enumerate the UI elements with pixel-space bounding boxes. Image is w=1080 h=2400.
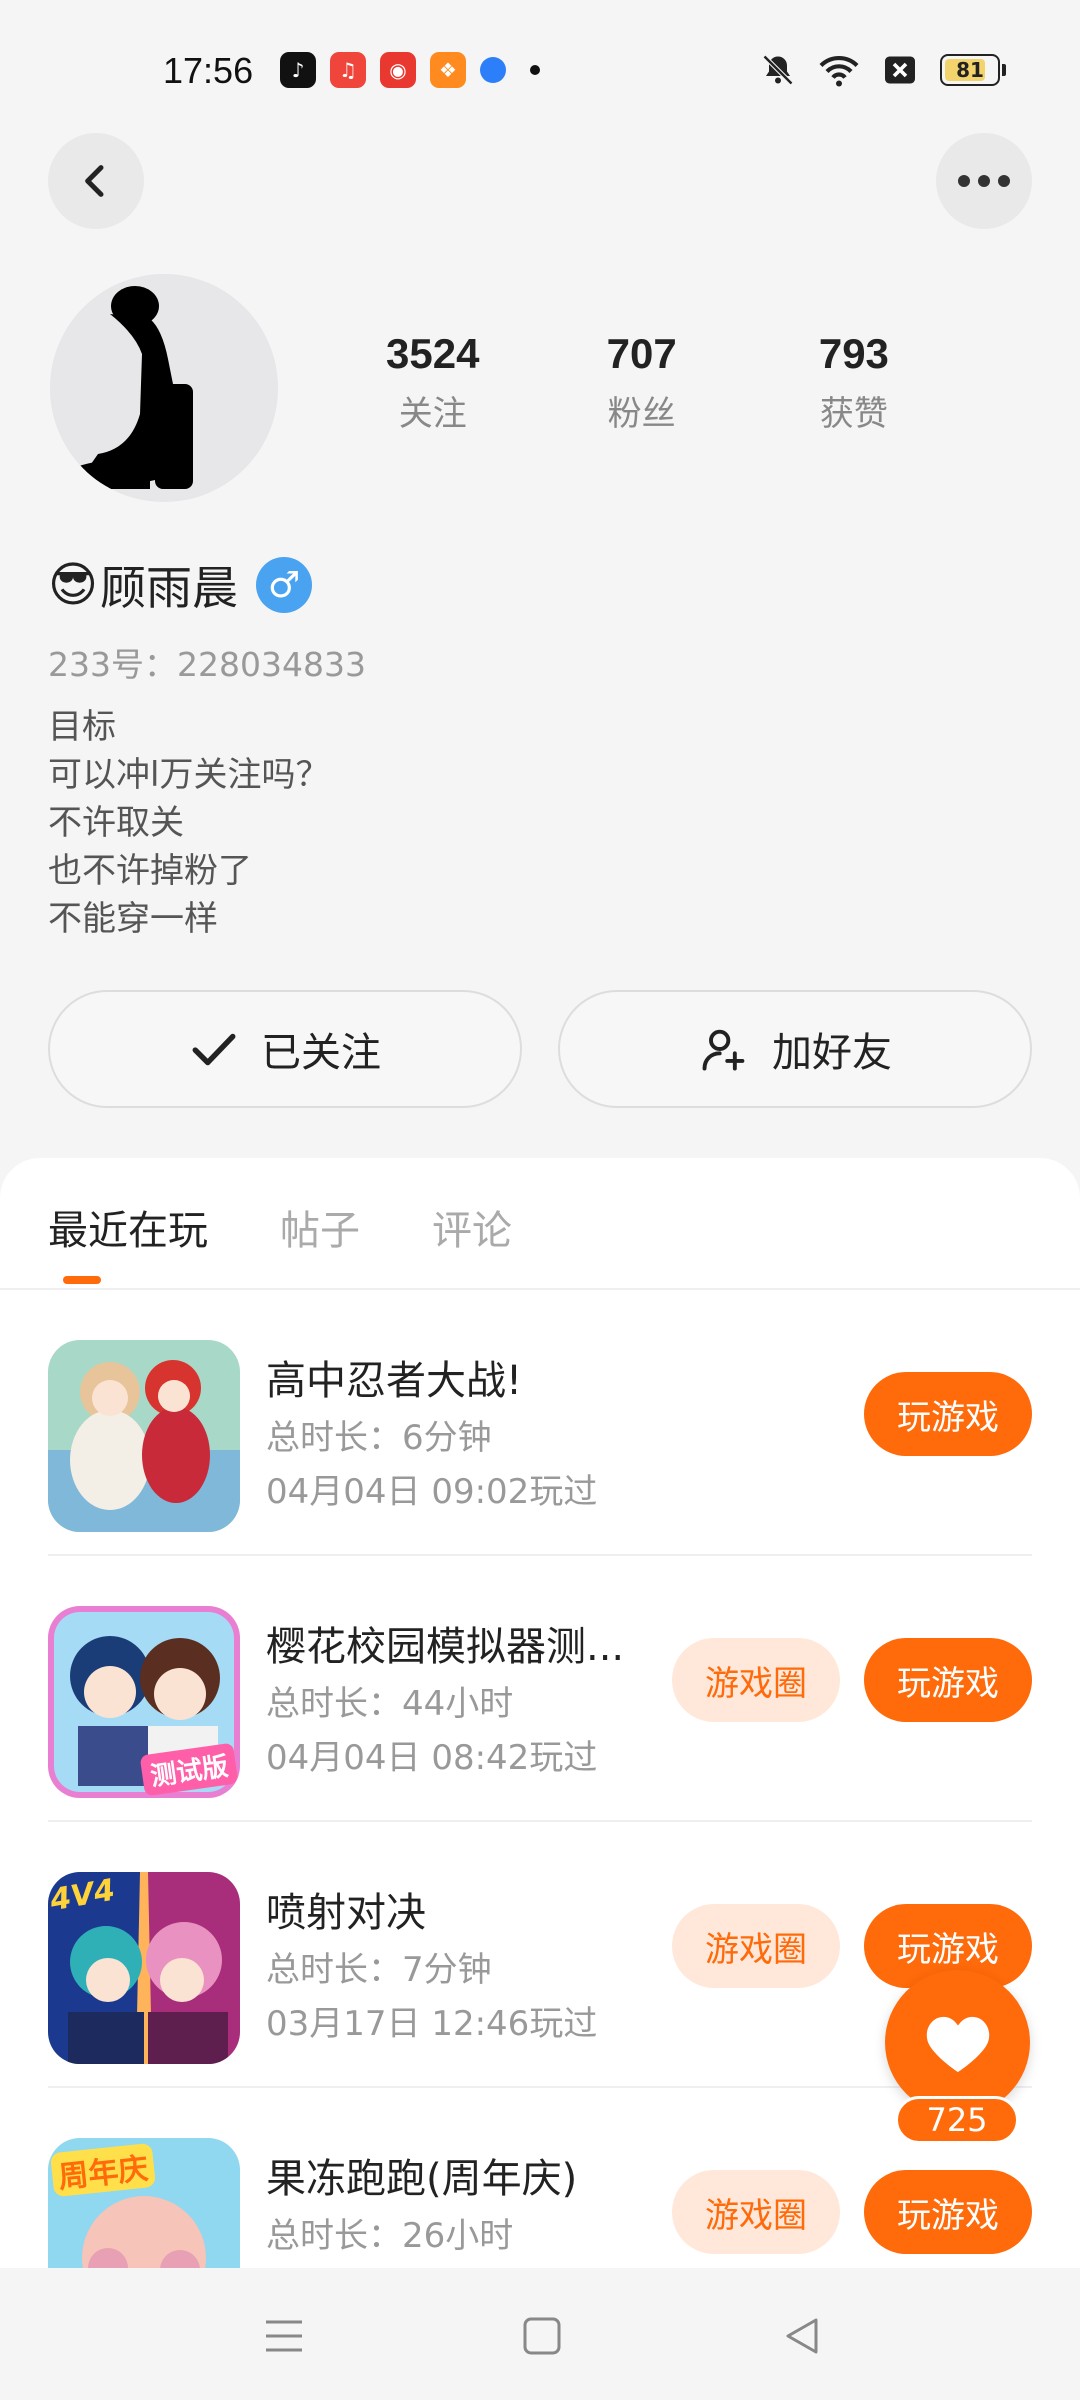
home-nav-button[interactable] xyxy=(518,2312,566,2360)
sim-x-icon xyxy=(885,56,915,84)
menu-nav-button[interactable] xyxy=(260,2312,308,2360)
tab-indicator xyxy=(63,1276,101,1284)
followed-label: 已关注 xyxy=(261,1030,381,1076)
system-nav-bar xyxy=(0,2268,1080,2400)
checkmark-icon xyxy=(192,1033,236,1066)
play-game-button[interactable]: 玩游戏 xyxy=(864,1638,1032,1722)
sunglasses-emoji: 😎 xyxy=(48,557,99,613)
game-circle-button[interactable]: 游戏圈 xyxy=(672,1904,840,1988)
stat-number: 3524 xyxy=(386,330,480,377)
red-app-icon: ◉ xyxy=(380,52,416,88)
stat-followers[interactable]: 707 粉丝 xyxy=(536,330,748,435)
game-icon-image[interactable]: 测试版 xyxy=(48,1606,240,1798)
game-play-time: 总时长：26小时 xyxy=(266,2216,514,2256)
avatar[interactable] xyxy=(50,274,278,502)
game-last-played: 04月04日 09:02玩过 xyxy=(266,1472,598,1512)
male-gender-icon: ♂ xyxy=(256,557,313,613)
profile-stats: 3524 关注 707 粉丝 793 获赞 xyxy=(330,330,960,435)
add-user-icon xyxy=(702,1029,745,1071)
tab-recently-played[interactable]: 最近在玩 xyxy=(48,1198,208,1256)
tiktok-icon: ♪ xyxy=(280,52,316,88)
username-row: 😎 顾雨晨 ♂ xyxy=(48,552,313,618)
username: 顾雨晨 xyxy=(100,561,239,615)
avatar-silhouette-icon xyxy=(50,274,278,502)
battery-indicator: 81 xyxy=(940,54,1006,86)
game-icon-image[interactable]: 4V4 xyxy=(48,1872,240,2064)
stat-likes[interactable]: 793 获赞 xyxy=(748,330,960,435)
bio: 目标 可以冲l万关注吗？ 不许取关 也不许掉粉了 不能穿一样 xyxy=(48,703,329,943)
game-list-item[interactable]: 高中忍者大战! 总时长：6分钟 04月04日 09:02玩过 玩游戏 xyxy=(48,1290,1032,1556)
game-play-time: 总时长：44小时 xyxy=(266,1684,514,1724)
heart-icon xyxy=(926,2016,989,2072)
tab-posts[interactable]: 帖子 xyxy=(280,1198,360,1256)
blue-app-icon xyxy=(480,57,506,83)
mute-icon xyxy=(762,54,794,86)
stat-label: 关注 xyxy=(398,394,467,434)
status-time: 17:56 xyxy=(163,50,254,91)
wifi-icon xyxy=(819,55,859,87)
game-title: 果冻跑跑(周年庆) xyxy=(266,2156,578,2202)
game-list-item[interactable]: 测试版 樱花校园模拟器测... 总时长：44小时 04月04日 08:42玩过 … xyxy=(48,1556,1032,1822)
bio-line: 不能穿一样 xyxy=(48,899,218,939)
user-id: 233号：228034833 xyxy=(48,645,366,684)
game-icon-image[interactable] xyxy=(48,1340,240,1532)
game-title: 高中忍者大战! xyxy=(266,1358,523,1404)
play-game-button[interactable]: 玩游戏 xyxy=(864,2170,1032,2254)
menu-icon xyxy=(266,2320,302,2352)
battery-level: 81 xyxy=(956,58,984,82)
game-list-item[interactable]: 周年庆 果冻跑跑(周年庆) 总时长：26小时 游戏圈 玩游戏 xyxy=(48,2088,1032,2268)
back-button[interactable] xyxy=(48,133,144,229)
notification-dot xyxy=(530,65,540,75)
bio-line: 也不许掉粉了 xyxy=(48,851,252,891)
status-bar: 17:56 ♪ ♫ ◉ ❖ 81 xyxy=(0,0,1080,140)
bio-line: 可以冲l万关注吗？ xyxy=(48,755,330,795)
add-friend-button[interactable]: 加好友 xyxy=(558,990,1032,1108)
add-friend-label: 加好友 xyxy=(772,1030,892,1076)
game-circle-button[interactable]: 游戏圈 xyxy=(672,2170,840,2254)
game-icon-image[interactable]: 周年庆 xyxy=(48,2138,240,2268)
play-game-button[interactable]: 玩游戏 xyxy=(864,1372,1032,1456)
game-last-played: 04月04日 08:42玩过 xyxy=(266,1738,598,1778)
game-circle-button[interactable]: 游戏圈 xyxy=(672,1638,840,1722)
game-title: 喷射对决 xyxy=(266,1890,426,1936)
like-count: 725 xyxy=(895,2096,1019,2144)
orange-app-icon: ❖ xyxy=(430,52,466,88)
stat-label: 粉丝 xyxy=(607,394,676,434)
stat-number: 707 xyxy=(606,330,677,377)
back-nav-button[interactable] xyxy=(778,2312,826,2360)
status-right: 81 xyxy=(760,52,1006,88)
stat-following[interactable]: 3524 关注 xyxy=(330,330,536,435)
like-button[interactable] xyxy=(885,1970,1030,2115)
more-dots-icon xyxy=(958,175,1010,187)
chevron-left-icon xyxy=(85,165,104,197)
tab-bar: 最近在玩 帖子 评论 xyxy=(48,1198,512,1256)
game-play-time: 总时长：6分钟 xyxy=(266,1418,492,1458)
game-title: 樱花校园模拟器测... xyxy=(266,1624,625,1670)
triangle-back-icon xyxy=(786,2318,818,2354)
bio-line: 不许取关 xyxy=(48,803,184,843)
followed-button[interactable]: 已关注 xyxy=(48,990,522,1108)
game-last-played: 03月17日 12:46玩过 xyxy=(266,2004,598,2044)
square-home-icon xyxy=(523,2317,561,2355)
stat-number: 793 xyxy=(818,330,889,377)
status-app-icons: ♪ ♫ ◉ ❖ xyxy=(280,52,540,88)
bio-line: 目标 xyxy=(48,707,116,747)
more-button[interactable] xyxy=(936,133,1032,229)
stat-label: 获赞 xyxy=(819,394,888,434)
tab-comments[interactable]: 评论 xyxy=(432,1198,512,1256)
music-icon: ♫ xyxy=(330,52,366,88)
game-play-time: 总时长：7分钟 xyxy=(266,1950,492,1990)
